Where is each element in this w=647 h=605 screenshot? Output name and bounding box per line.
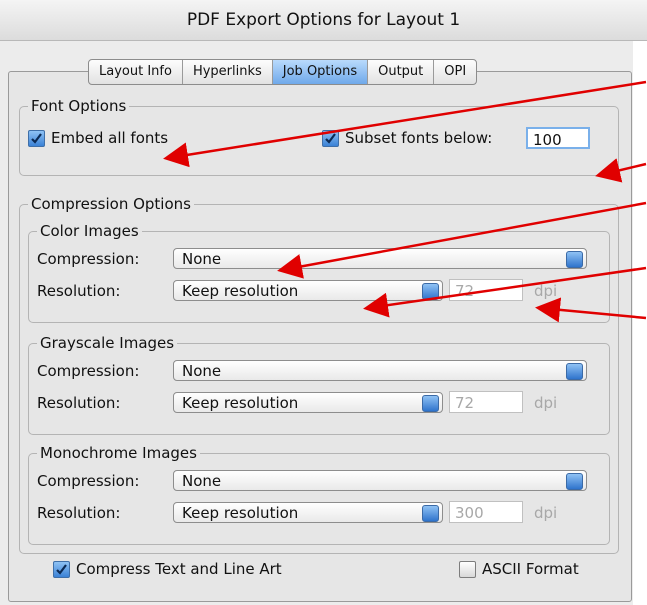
job-options-pane: Font Options Embed all fonts Subset font… — [8, 71, 632, 602]
grayscale-resolution-select[interactable]: Keep resolution — [173, 392, 443, 413]
subset-threshold-input[interactable]: 100 — [526, 127, 590, 149]
embed-all-fonts-checkbox[interactable]: Embed all fonts — [28, 129, 168, 147]
color-resolution-select[interactable]: Keep resolution — [173, 280, 443, 301]
color-compression-value: None — [182, 250, 222, 268]
color-images-legend: Color Images — [37, 222, 142, 240]
monochrome-resolution-label: Resolution: — [37, 504, 121, 522]
color-compression-label: Compression: — [37, 250, 140, 268]
grayscale-images-group: Grayscale Images Compression: None Resol… — [28, 334, 610, 435]
tab-opi[interactable]: OPI — [434, 60, 476, 84]
checkbox-checked-icon — [53, 560, 70, 578]
monochrome-compression-value: None — [182, 472, 222, 490]
monochrome-compression-select[interactable]: None — [173, 470, 587, 491]
popup-arrows-icon — [566, 363, 583, 380]
compress-text-label: Compress Text and Line Art — [76, 560, 282, 578]
grayscale-compression-select[interactable]: None — [173, 360, 587, 381]
grayscale-resolution-value: Keep resolution — [182, 394, 299, 412]
ascii-format-label: ASCII Format — [482, 560, 579, 578]
color-dpi-input[interactable]: 72 — [449, 279, 523, 301]
grayscale-images-legend: Grayscale Images — [37, 334, 178, 352]
color-compression-select[interactable]: None — [173, 248, 587, 269]
popup-arrows-icon — [566, 251, 583, 268]
font-options-legend: Font Options — [28, 97, 130, 115]
font-options-group: Font Options Embed all fonts Subset font… — [19, 97, 619, 176]
checkbox-empty-icon — [459, 560, 476, 578]
monochrome-compression-label: Compression: — [37, 472, 140, 490]
tab-layout-info[interactable]: Layout Info — [89, 60, 183, 84]
tab-bar: Layout Info Hyperlinks Job Options Outpu… — [88, 59, 478, 85]
embed-all-fonts-label: Embed all fonts — [51, 129, 169, 147]
monochrome-dpi-unit: dpi — [534, 504, 558, 522]
monochrome-dpi-input[interactable]: 300 — [449, 501, 523, 523]
monochrome-resolution-select[interactable]: Keep resolution — [173, 502, 443, 523]
dialog-window: Layout Info Hyperlinks Job Options Outpu… — [0, 41, 633, 605]
monochrome-resolution-value: Keep resolution — [182, 504, 299, 522]
compression-options-legend: Compression Options — [28, 195, 194, 213]
grayscale-compression-value: None — [182, 362, 222, 380]
checkbox-checked-icon — [28, 129, 45, 147]
grayscale-dpi-unit: dpi — [534, 394, 558, 412]
checkbox-checked-icon — [322, 129, 339, 147]
subset-fonts-label: Subset fonts below: — [345, 129, 493, 147]
tab-output[interactable]: Output — [368, 60, 435, 84]
compress-text-checkbox[interactable]: Compress Text and Line Art — [53, 560, 282, 578]
color-dpi-unit: dpi — [534, 282, 558, 300]
tab-hyperlinks[interactable]: Hyperlinks — [183, 60, 273, 84]
grayscale-dpi-input[interactable]: 72 — [449, 391, 523, 413]
monochrome-images-legend: Monochrome Images — [37, 444, 200, 462]
popup-arrows-icon — [566, 473, 583, 490]
color-resolution-label: Resolution: — [37, 282, 121, 300]
window-title: PDF Export Options for Layout 1 — [0, 0, 647, 41]
monochrome-images-group: Monochrome Images Compression: None Reso… — [28, 444, 610, 545]
grayscale-compression-label: Compression: — [37, 362, 140, 380]
subset-fonts-checkbox[interactable]: Subset fonts below: — [322, 129, 492, 147]
color-resolution-value: Keep resolution — [182, 282, 299, 300]
compression-options-group: Compression Options Color Images Compres… — [19, 195, 619, 554]
popup-arrows-icon — [422, 395, 439, 412]
popup-arrows-icon — [422, 283, 439, 300]
grayscale-resolution-label: Resolution: — [37, 394, 121, 412]
tab-job-options[interactable]: Job Options — [272, 60, 369, 84]
popup-arrows-icon — [422, 505, 439, 522]
color-images-group: Color Images Compression: None Resolutio… — [28, 222, 610, 323]
ascii-format-checkbox[interactable]: ASCII Format — [459, 560, 579, 578]
